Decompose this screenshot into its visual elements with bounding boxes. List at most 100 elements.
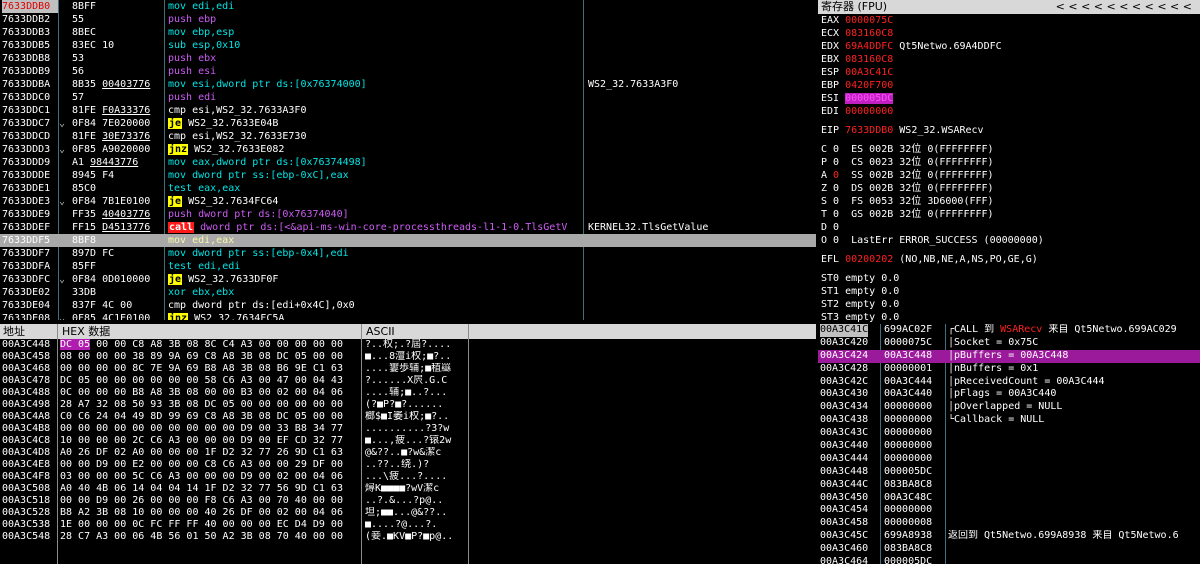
register-value[interactable]: 083160C8	[845, 28, 893, 39]
disasm-address[interactable]: 7633DE08	[2, 312, 58, 320]
disasm-instruction[interactable]: cmp esi,WS2_32.7633E730	[168, 130, 583, 143]
dump-address[interactable]: 00A3C4D8	[2, 447, 50, 459]
stack-value[interactable]: 00000008	[884, 517, 932, 530]
register-row[interactable]: EAX 0000075C	[818, 14, 1200, 27]
disasm-instruction[interactable]: test edi,edi	[168, 260, 583, 273]
register-list[interactable]: EAX 0000075C ECX 083160C8 EDX 69A4DDFC Qt5…	[818, 14, 1200, 322]
dump-hex[interactable]: DC 05 00 00 C8 A8 3B 08 8C C4 A3 00 00 0…	[60, 339, 343, 351]
dump-hex[interactable]: B8 A2 3B 08 10 00 00 00 40 26 DF 00 02 0…	[60, 507, 343, 519]
disasm-instruction[interactable]: call dword ptr ds:[<&api-ms-win-core-pro…	[168, 221, 583, 234]
register-row[interactable]: ST0 empty 0.0	[818, 272, 1200, 285]
dump-ascii[interactable]: ..??..绕.)?	[365, 459, 465, 471]
dump-list[interactable]: 00A3C448 DC 05 00 00 C8 A8 3B 08 8C C4 A3…	[0, 339, 816, 543]
stack-value[interactable]: 083BA8C8	[884, 479, 932, 492]
selected-bytes[interactable]: DC 05	[60, 339, 91, 350]
stack-address[interactable]: 00A3C448	[820, 466, 868, 479]
stack-value[interactable]: 00000000	[884, 453, 932, 466]
register-row[interactable]: ESI 000005DC	[818, 92, 1200, 105]
dump-address[interactable]: 00A3C538	[2, 519, 50, 531]
disasm-row[interactable]: 7633DDC0 57 push edi	[0, 91, 816, 104]
disasm-instruction[interactable]: jnz WS2_32.7634FC5A	[168, 312, 583, 320]
dump-row[interactable]: 00A3C4F8 03 00 00 00 5C C6 A3 00 00 00 D9…	[0, 471, 816, 483]
disasm-address[interactable]: 7633DDE9	[2, 208, 58, 221]
dump-ascii[interactable]: @&??..■?w&潔c	[365, 447, 465, 459]
disasm-row[interactable]: 7633DDD3 ⌄ 0F85 A9020000 jnz WS2_32.7633E08…	[0, 143, 816, 156]
disassembly-pane[interactable]: 7633DDB0 8BFF mov edi,edi 7633DDB2 55 push eb…	[0, 0, 816, 320]
stack-value[interactable]: 00000000	[884, 401, 932, 414]
dump-ascii[interactable]: 坦;■■...@&??..	[365, 507, 465, 519]
stack-value[interactable]: 00000000	[884, 504, 932, 517]
dump-ascii[interactable]: ....辅;■..?...	[365, 387, 465, 399]
dump-ascii[interactable]: ...\疲...?....	[365, 471, 465, 483]
disasm-row[interactable]: 7633DDB8 53 push ebx	[0, 52, 816, 65]
disasm-row[interactable]: 7633DDEF FF15 D4513776 call dword ptr ds:[…	[0, 221, 816, 234]
dump-ascii[interactable]: ?..权;.?屆?....	[365, 339, 465, 351]
register-value[interactable]: 00000000	[845, 106, 893, 117]
stack-row[interactable]: 00A3C45C 699A8938 返回到 Qt5Netwo.699A8938 来自…	[818, 530, 1200, 543]
register-row[interactable]: O 0 LastErr ERROR_SUCCESS (00000000)	[818, 234, 1200, 247]
stack-row[interactable]: 00A3C458 00000008	[818, 517, 1200, 530]
disasm-instruction[interactable]: mov dword ptr ss:[ebp-0xC],eax	[168, 169, 583, 182]
register-value[interactable]: 00200202	[845, 254, 893, 265]
register-row[interactable]: EDX 69A4DDFC Qt5Netwo.69A4DDFC	[818, 40, 1200, 53]
disasm-instruction[interactable]: mov ebp,esp	[168, 26, 583, 39]
stack-row[interactable]: 00A3C41C 699AC02F ┌CALL 到 WSARecv 来自 Qt5Ne…	[818, 324, 1200, 337]
disasm-address[interactable]: 7633DDF7	[2, 247, 58, 260]
dump-hex[interactable]: 00 00 00 00 8C 7E 9A 69 B8 A8 3B 08 B6 9…	[60, 363, 343, 375]
stack-row[interactable]: 00A3C44C 083BA8C8	[818, 479, 1200, 492]
dump-row[interactable]: 00A3C518 00 00 D9 00 26 00 00 00 F8 C6 A3…	[0, 495, 816, 507]
stack-address[interactable]: 00A3C45C	[820, 530, 868, 543]
stack-value[interactable]: 000005DC	[884, 556, 932, 564]
disasm-address[interactable]: 7633DDDE	[2, 169, 58, 182]
disasm-instruction[interactable]: push edi	[168, 91, 583, 104]
disasm-address[interactable]: 7633DDD9	[2, 156, 58, 169]
dump-ascii[interactable]: ■...8澶i权;■?..	[365, 351, 465, 363]
stack-value[interactable]: 00000000	[884, 427, 932, 440]
disasm-address[interactable]: 7633DDD3	[2, 143, 58, 156]
dump-address[interactable]: 00A3C498	[2, 399, 50, 411]
dump-row[interactable]: 00A3C4E8 00 00 D9 00 E2 00 00 00 C8 C6 A3…	[0, 459, 816, 471]
disasm-row[interactable]: 7633DDCD 81FE 30E73376 cmp esi,WS2_32.7633…	[0, 130, 816, 143]
stack-row[interactable]: 00A3C430 00A3C440 │pFlags = 00A3C440	[818, 388, 1200, 401]
stack-address[interactable]: 00A3C444	[820, 453, 868, 466]
disasm-row[interactable]: 7633DDF5 8BF8 mov edi,eax	[0, 234, 816, 247]
disasm-instruction[interactable]: je WS2_32.7633E04B	[168, 117, 583, 130]
disasm-instruction[interactable]: sub esp,0x10	[168, 39, 583, 52]
disasm-instruction[interactable]: test eax,eax	[168, 182, 583, 195]
disasm-address[interactable]: 7633DDB3	[2, 26, 58, 39]
stack-address[interactable]: 00A3C454	[820, 504, 868, 517]
dump-hex[interactable]: 00 00 D9 00 E2 00 00 00 C8 C6 A3 00 00 2…	[60, 459, 343, 471]
dump-row[interactable]: 00A3C458 08 00 00 00 38 89 9A 69 C8 A8 3B…	[0, 351, 816, 363]
disasm-row[interactable]: 7633DDB9 56 push esi	[0, 65, 816, 78]
stack-address[interactable]: 00A3C460	[820, 543, 868, 556]
dump-address[interactable]: 00A3C458	[2, 351, 50, 363]
disasm-address[interactable]: 7633DE04	[2, 299, 58, 312]
stack-value[interactable]: 00000001	[884, 363, 932, 376]
disasm-row[interactable]: 7633DDFC ⌄ 0F84 0D010000 je WS2_32.7633DF0F	[0, 273, 816, 286]
register-row[interactable]: EDI 00000000	[818, 105, 1200, 118]
dump-ascii[interactable]: ?......X屄.G.C	[365, 375, 465, 387]
dump-row[interactable]: 00A3C528 B8 A2 3B 08 10 00 00 00 40 26 DF…	[0, 507, 816, 519]
dump-address[interactable]: 00A3C4B8	[2, 423, 50, 435]
disasm-address[interactable]: 7633DDB0	[2, 0, 58, 13]
register-row[interactable]: ESP 00A3C41C	[818, 66, 1200, 79]
dump-row[interactable]: 00A3C4A8 C0 C6 24 04 49 8D 99 69 C8 A8 3B…	[0, 411, 816, 423]
stack-address[interactable]: 00A3C440	[820, 440, 868, 453]
disasm-address[interactable]: 7633DDC1	[2, 104, 58, 117]
dump-row[interactable]: 00A3C468 00 00 00 00 8C 7E 9A 69 B8 A8 3B…	[0, 363, 816, 375]
register-row[interactable]: Z 0 DS 002B 32位 0(FFFFFFFF)	[818, 182, 1200, 195]
register-row[interactable]: D 0	[818, 221, 1200, 234]
stack-value[interactable]: 00A3C48C	[884, 492, 932, 505]
register-row[interactable]: EFL 00200202 (NO,NB,NE,A,NS,PO,GE,G)	[818, 253, 1200, 266]
disasm-address[interactable]: 7633DDEF	[2, 221, 58, 234]
register-row[interactable]: ST2 empty 0.0	[818, 298, 1200, 311]
registers-pane[interactable]: 寄存器 (FPU) < < < < < < < < < < < EAX 0000…	[818, 0, 1200, 322]
disasm-row[interactable]: 7633DDBA 8B35 00403776 mov esi,dword ptr d…	[0, 78, 816, 91]
stack-value[interactable]: 00A3C444	[884, 376, 932, 389]
scroll-left-arrows[interactable]: < < < < < < < < < < <	[1056, 0, 1192, 14]
disasm-address[interactable]: 7633DDB9	[2, 65, 58, 78]
disasm-instruction[interactable]: jnz WS2_32.7633E082	[168, 143, 583, 156]
memory-dump-pane[interactable]: 地址 HEX 数据 ASCII 00A3C448 DC 05 00 00 C8 A…	[0, 324, 816, 564]
dump-ascii[interactable]: ..........?3?w	[365, 423, 465, 435]
dump-hex[interactable]: 00 00 00 00 00 00 00 00 00 00 D9 00 33 B…	[60, 423, 343, 435]
